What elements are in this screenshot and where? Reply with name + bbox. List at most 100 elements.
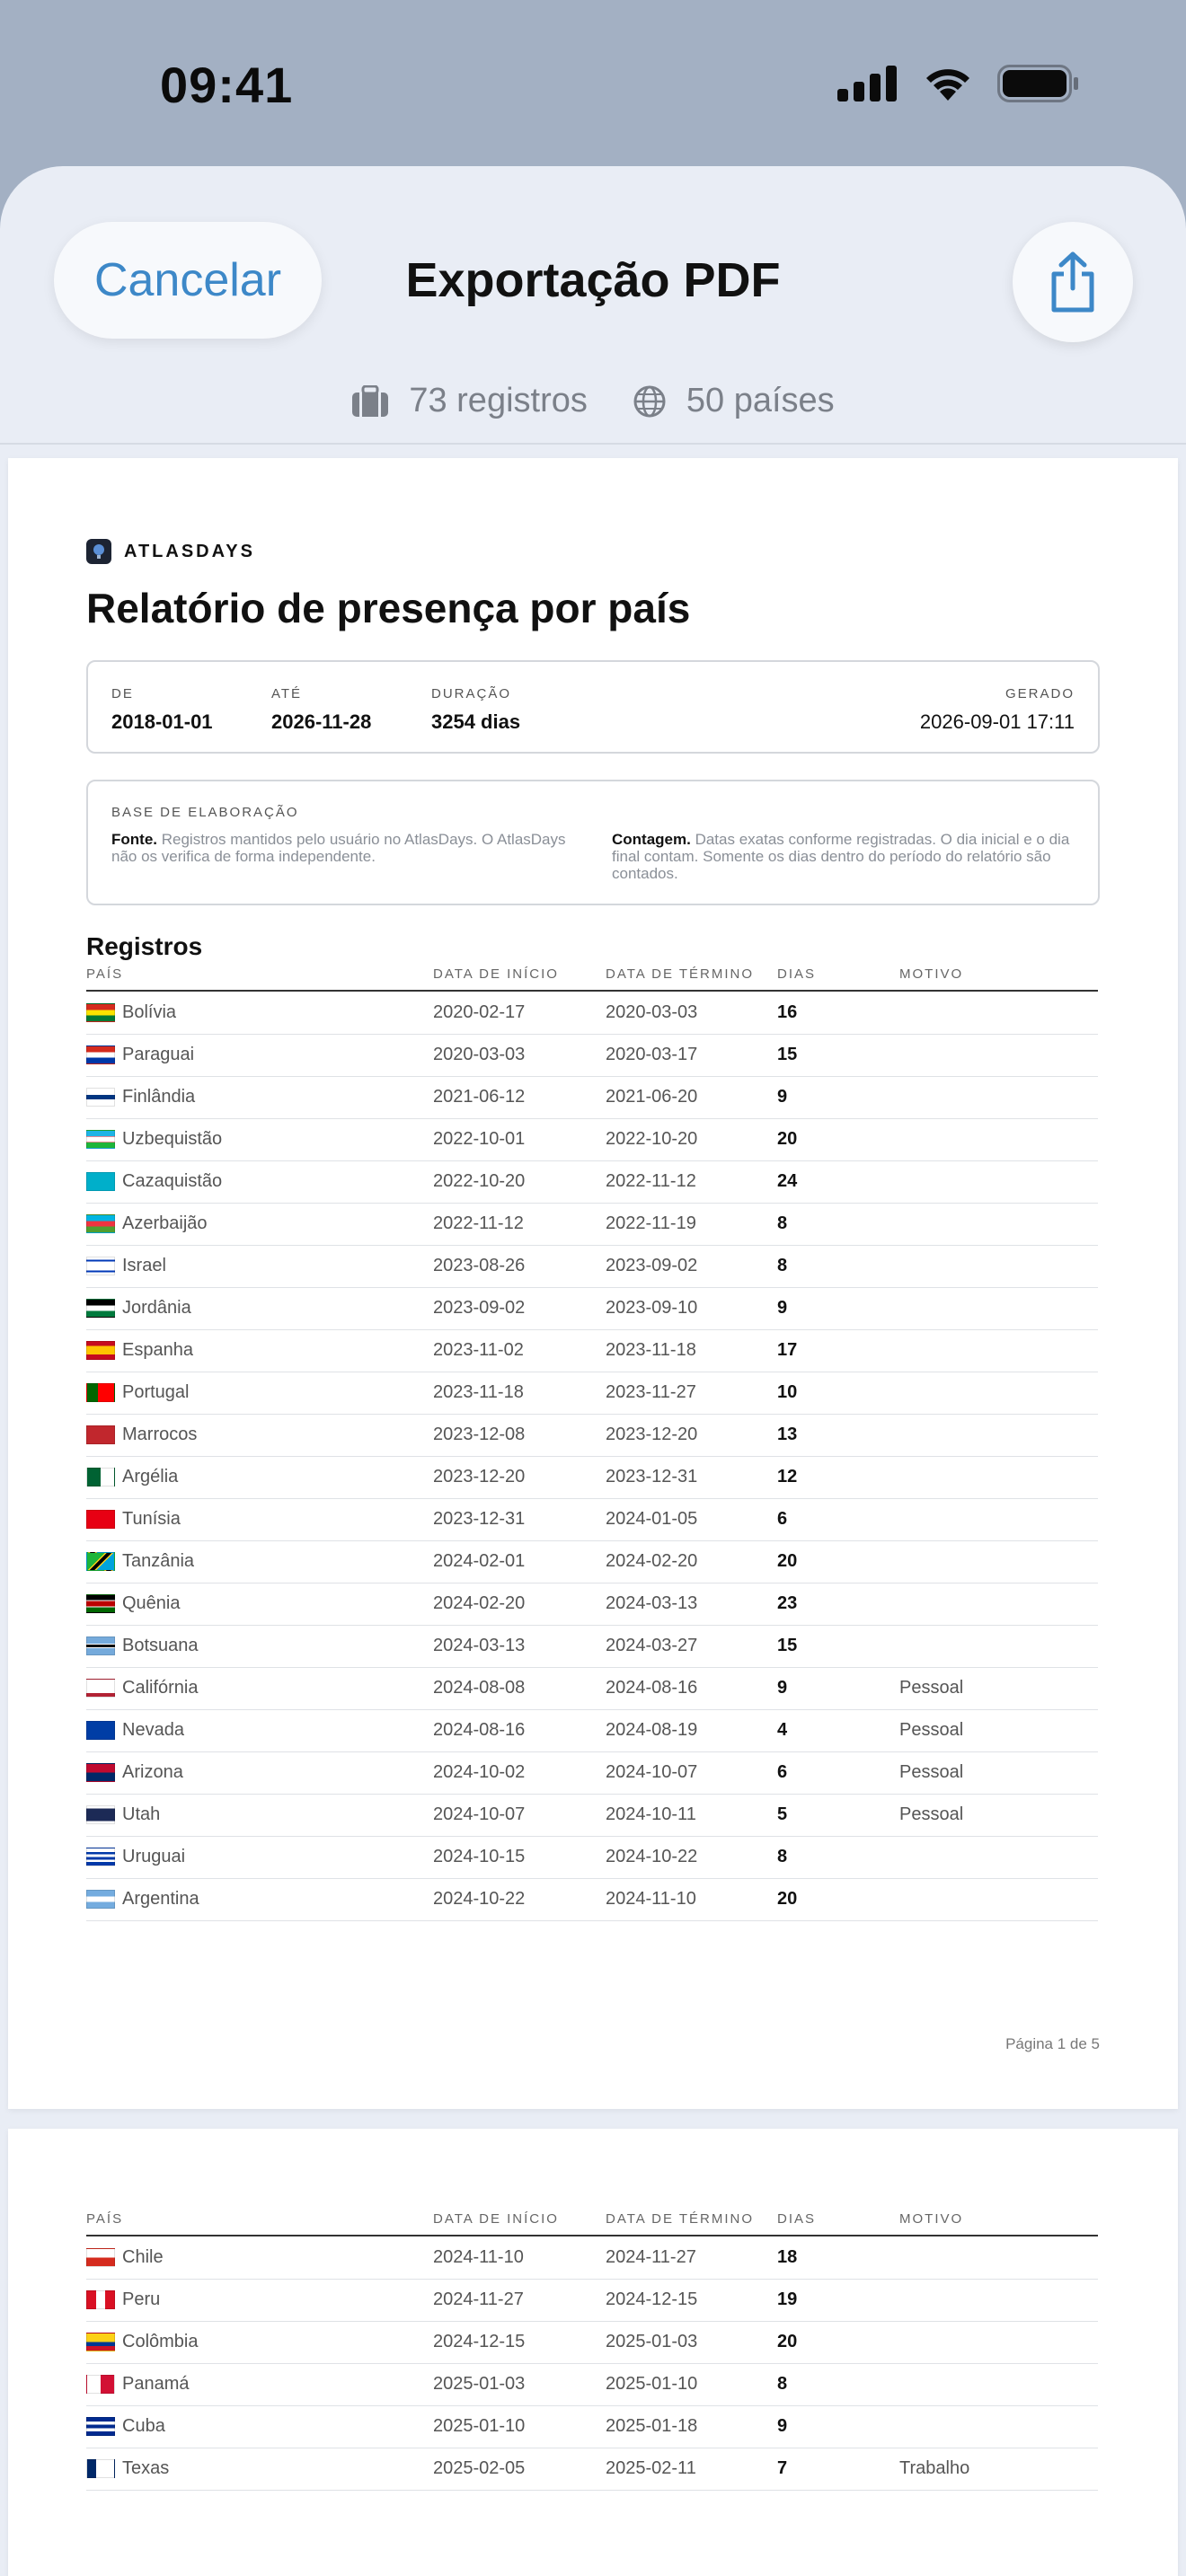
days-count: 6	[777, 1762, 788, 1782]
start-date: 2024-02-20	[433, 1593, 526, 1613]
end-date: 2024-03-27	[606, 1636, 698, 1655]
start-date: 2024-10-22	[433, 1889, 526, 1909]
row-country: Tunísia	[86, 1509, 181, 1530]
reason: Trabalho	[899, 2458, 970, 2478]
country-name: Chile	[122, 2247, 164, 2267]
start-date: 2020-02-17	[433, 1002, 526, 1022]
flag-icon	[86, 1130, 115, 1149]
days-count: 8	[777, 1213, 788, 1233]
flag-icon	[86, 1257, 115, 1275]
flag-icon	[86, 1552, 115, 1571]
battery-icon	[997, 65, 1078, 102]
flag-icon	[86, 1510, 115, 1529]
country-name: Argélia	[122, 1467, 179, 1486]
end-date: 2025-01-03	[606, 2332, 698, 2351]
flag-icon	[86, 1172, 115, 1191]
country-name: Texas	[122, 2458, 170, 2478]
atlasdays-logo-icon	[86, 539, 111, 564]
start-date: 2023-11-18	[433, 1382, 524, 1402]
row-country: Bolívia	[86, 1002, 176, 1023]
flag-icon	[86, 1003, 115, 1022]
basis-box: BASE DE ELABORAÇÃO Fonte. Registros mant…	[86, 780, 1100, 905]
country-name: Peru	[122, 2289, 161, 2309]
col-reason: MOTIVO	[899, 2211, 964, 2227]
table-row: Argentina 2024-10-22 2024-11-10 20	[86, 1878, 1098, 1921]
country-name: Utah	[122, 1804, 161, 1824]
page-footer: Página 1 de 5	[1005, 2035, 1100, 2052]
country-name: Uruguai	[122, 1847, 186, 1866]
col-country: PAÍS	[86, 966, 124, 982]
suitcase-icon	[352, 384, 389, 417]
start-date: 2022-10-20	[433, 1171, 526, 1191]
row-country: Jordânia	[86, 1298, 191, 1319]
row-country: Israel	[86, 1256, 166, 1276]
end-date: 2021-06-20	[606, 1087, 698, 1107]
start-date: 2023-09-02	[433, 1298, 526, 1318]
days-count: 20	[777, 1889, 798, 1909]
flag-icon	[86, 1721, 115, 1740]
end-date: 2022-11-19	[606, 1213, 696, 1233]
start-date: 2024-08-16	[433, 1720, 526, 1740]
table-row: Uruguai 2024-10-15 2024-10-22 8	[86, 1836, 1098, 1879]
end-date: 2022-11-12	[606, 1171, 696, 1191]
row-country: Texas	[86, 2458, 169, 2479]
flag-icon	[86, 1763, 115, 1782]
table-row: Paraguai 2020-03-03 2020-03-17 15	[86, 1034, 1098, 1077]
table-row: Texas 2025-02-05 2025-02-11 7 Trabalho	[86, 2448, 1098, 2491]
share-button[interactable]	[1013, 222, 1133, 342]
report-meta: DE 2018-01-01 ATÉ 2026-11-28 DURAÇÃO 325…	[86, 660, 1100, 754]
days-count: 8	[777, 1847, 788, 1866]
start-date: 2023-11-02	[433, 1340, 524, 1360]
start-date: 2024-08-08	[433, 1678, 526, 1698]
status-bar: 09:41	[0, 0, 1186, 162]
nav-bar: Cancelar Exportação PDF 73 registros 50 …	[0, 166, 1186, 445]
days-count: 12	[777, 1467, 798, 1486]
flag-icon	[86, 2459, 115, 2478]
table-row: Bolívia 2020-02-17 2020-03-03 16	[86, 992, 1098, 1035]
end-date: 2023-09-02	[606, 1256, 698, 1275]
basis-label: BASE DE ELABORAÇÃO	[111, 805, 299, 820]
country-name: Finlândia	[122, 1087, 196, 1107]
days-count: 23	[777, 1593, 798, 1613]
days-count: 9	[777, 1678, 788, 1698]
start-date: 2024-03-13	[433, 1636, 526, 1655]
end-date: 2024-12-15	[606, 2289, 698, 2309]
country-name: Arizona	[122, 1762, 183, 1782]
start-date: 2023-12-20	[433, 1467, 526, 1486]
row-country: Espanha	[86, 1340, 193, 1361]
records-stat: 73 registros	[351, 382, 588, 420]
start-date: 2024-11-10	[433, 2247, 524, 2267]
country-name: Califórnia	[122, 1678, 199, 1698]
flag-icon	[86, 1045, 115, 1064]
flag-icon	[86, 1890, 115, 1909]
meta-from-value: 2018-01-01	[111, 710, 213, 733]
row-country: Argentina	[86, 1889, 199, 1910]
days-count: 10	[777, 1382, 798, 1402]
basis-count-title: Contagem.	[612, 831, 691, 848]
table-row: Califórnia 2024-08-08 2024-08-16 9 Pessoal	[86, 1667, 1098, 1710]
meta-generated: GERADO 2026-09-01 17:11	[920, 686, 1075, 734]
row-country: Tanzânia	[86, 1551, 194, 1572]
table-row: Chile 2024-11-10 2024-11-27 18	[86, 2236, 1098, 2280]
row-country: Argélia	[86, 1467, 178, 1487]
table-row: Finlândia 2021-06-12 2021-06-20 9	[86, 1076, 1098, 1119]
report-title: Relatório de presença por país	[86, 585, 691, 631]
start-date: 2025-02-05	[433, 2458, 526, 2478]
table-row: Marrocos 2023-12-08 2023-12-20 13	[86, 1414, 1098, 1457]
days-count: 9	[777, 1087, 788, 1107]
start-date: 2022-10-01	[433, 1129, 526, 1149]
flag-icon	[86, 1805, 115, 1824]
country-name: Azerbaijão	[122, 1213, 208, 1233]
days-count: 15	[777, 1636, 798, 1655]
flag-icon	[86, 1425, 115, 1444]
country-name: Tanzânia	[122, 1551, 195, 1571]
days-count: 17	[777, 1340, 798, 1360]
pdf-page-1[interactable]: ATLASDAYS Relatório de presença por país…	[8, 458, 1178, 2109]
basis-source-text: Registros mantidos pelo usuário no Atlas…	[111, 831, 566, 865]
table-row: Colômbia 2024-12-15 2025-01-03 20	[86, 2321, 1098, 2364]
col-country: PAÍS	[86, 2211, 124, 2227]
country-name: Espanha	[122, 1340, 193, 1360]
row-country: Marrocos	[86, 1425, 197, 1445]
end-date: 2024-02-20	[606, 1551, 698, 1571]
pdf-page-2[interactable]: PAÍS DATA DE INÍCIO DATA DE TÉRMINO DIAS…	[8, 2129, 1178, 2576]
